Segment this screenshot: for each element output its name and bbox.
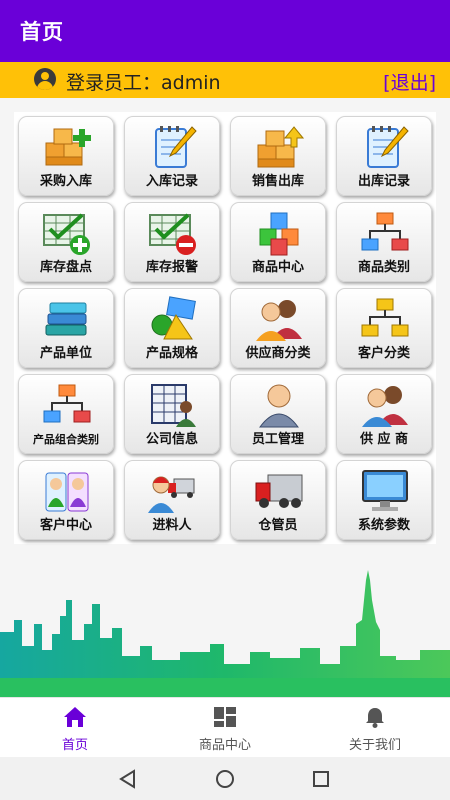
back-icon[interactable] [118, 769, 138, 789]
tile-label: 客户分类 [357, 346, 410, 361]
books-icon [45, 302, 87, 336]
tile-label: 仓管员 [258, 518, 298, 533]
tile-label: 产品组合类别 [33, 433, 99, 446]
tile-label: 出库记录 [357, 174, 410, 189]
monitor-icon [362, 470, 408, 511]
user-avatar-icon [34, 68, 56, 90]
tile-customer-category[interactable]: 客户分类 [336, 288, 432, 368]
tile-label: 采购入库 [39, 174, 92, 189]
function-grid: 采购入库 入库记录 销售出库 出库记录 库存盘点 库存报警 商品中心 商品类别 … [14, 112, 436, 544]
city-skyline-illustration [0, 570, 450, 697]
nav-home[interactable]: 首页 [15, 706, 135, 753]
tile-stock-out-records[interactable]: 出库记录 [336, 116, 432, 196]
tile-label: 进料人 [152, 518, 192, 533]
hierarchy-icon [361, 298, 409, 337]
tile-purchase-in[interactable]: 采购入库 [18, 116, 114, 196]
customers-icon [45, 472, 89, 512]
spreadsheet-add-icon [43, 213, 90, 255]
tile-label: 供 应 商 [359, 432, 409, 447]
boxes-up-icon [257, 126, 304, 168]
tile-product-combo-category[interactable]: 产品组合类别 [18, 374, 114, 454]
user-bar: 登录员工：admin [退出] [0, 62, 450, 98]
dashboard-icon [214, 707, 236, 727]
tile-system-settings[interactable]: 系统参数 [336, 460, 432, 540]
tile-company-info[interactable]: 公司信息 [124, 374, 220, 454]
shapes-icon [151, 296, 196, 340]
tile-label: 员工管理 [251, 432, 304, 447]
tile-label: 库存盘点 [39, 260, 92, 275]
employee-icon [259, 384, 299, 428]
tile-label: 商品类别 [357, 260, 410, 275]
tile-label: 库存报警 [145, 260, 198, 275]
system-navigation-bar [0, 757, 450, 800]
tile-stock-alarm[interactable]: 库存报警 [124, 202, 220, 282]
nav-label: 商品中心 [198, 738, 251, 753]
tile-stock-check[interactable]: 库存盘点 [18, 202, 114, 282]
app-bar: 首页 [0, 0, 450, 62]
tile-label: 供应商分类 [245, 346, 311, 361]
tile-customer-center[interactable]: 客户中心 [18, 460, 114, 540]
users-icon [256, 300, 302, 341]
courier-truck-icon [148, 476, 195, 513]
tile-label: 系统参数 [357, 518, 410, 533]
home-circle-icon[interactable] [215, 769, 235, 789]
company-info-icon [151, 384, 196, 427]
tile-product-spec[interactable]: 产品规格 [124, 288, 220, 368]
truck-icon [255, 474, 303, 508]
tile-material-receiver[interactable]: 进料人 [124, 460, 220, 540]
tile-label: 销售出库 [251, 174, 304, 189]
logout-button[interactable]: [退出] [383, 68, 436, 95]
nav-label: 首页 [61, 738, 88, 753]
tile-label: 产品规格 [145, 346, 198, 361]
tile-label: 入库记录 [145, 174, 198, 189]
nav-product-center[interactable]: 商品中心 [165, 706, 285, 753]
nav-about-us[interactable]: 关于我们 [315, 706, 435, 753]
notepad-icon [367, 126, 409, 168]
tile-label: 公司信息 [145, 432, 198, 447]
page-title: 首页 [20, 20, 64, 44]
hierarchy-icon [361, 212, 409, 251]
spreadsheet-remove-icon [149, 213, 196, 255]
cubes-icon [259, 212, 299, 256]
boxes-add-icon [45, 128, 91, 166]
tile-product-unit[interactable]: 产品单位 [18, 288, 114, 368]
tile-label: 商品中心 [251, 260, 304, 275]
nav-label: 关于我们 [348, 738, 401, 753]
tile-product-category[interactable]: 商品类别 [336, 202, 432, 282]
tile-supplier-category[interactable]: 供应商分类 [230, 288, 326, 368]
bell-icon [366, 708, 384, 728]
recents-icon[interactable] [311, 769, 331, 789]
tile-stock-in-records[interactable]: 入库记录 [124, 116, 220, 196]
tile-warehouse-keeper[interactable]: 仓管员 [230, 460, 326, 540]
tile-product-center[interactable]: 商品中心 [230, 202, 326, 282]
tile-label: 产品单位 [39, 346, 92, 361]
tile-label: 客户中心 [39, 518, 92, 533]
notepad-icon [155, 126, 197, 168]
hierarchy-icon [43, 384, 91, 423]
logged-in-user-text: 登录员工：admin [66, 72, 221, 94]
tile-suppliers[interactable]: 供 应 商 [336, 374, 432, 454]
bottom-navigation: 首页 商品中心 关于我们 [0, 697, 450, 757]
users-icon [362, 386, 408, 427]
tile-employee-management[interactable]: 员工管理 [230, 374, 326, 454]
home-icon [64, 707, 86, 727]
tile-sales-out[interactable]: 销售出库 [230, 116, 326, 196]
